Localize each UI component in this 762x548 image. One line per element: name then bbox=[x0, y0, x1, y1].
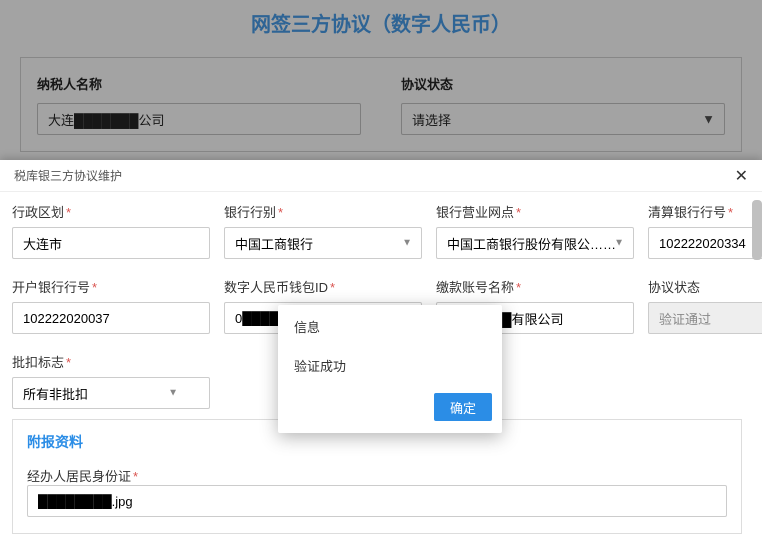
close-icon[interactable]: ✕ bbox=[735, 166, 748, 186]
protocol-status-select bbox=[648, 302, 762, 334]
bank-type-label: 银行行别* bbox=[224, 202, 422, 221]
batch-flag-select[interactable] bbox=[12, 377, 210, 409]
branch-select[interactable] bbox=[436, 227, 634, 259]
dialog-title: 税库银三方协议维护 bbox=[14, 167, 122, 184]
bank-type-select[interactable] bbox=[224, 227, 422, 259]
open-bank-no-label: 开户银行行号* bbox=[12, 277, 210, 296]
message-dialog: 信息 验证成功 确定 bbox=[278, 305, 502, 433]
idcard-file-input[interactable] bbox=[27, 485, 727, 517]
idcard-label: 经办人居民身份证* bbox=[27, 469, 138, 484]
protocol-status-label: 协议状态 bbox=[648, 277, 762, 296]
message-body: 验证成功 bbox=[278, 342, 502, 393]
attachment-section: 附报资料 经办人居民身份证* bbox=[12, 419, 742, 534]
batch-flag-label: 批扣标志* bbox=[12, 352, 188, 371]
scrollbar-thumb[interactable] bbox=[752, 200, 762, 260]
message-title: 信息 bbox=[278, 305, 502, 342]
message-ok-button[interactable]: 确定 bbox=[434, 393, 492, 421]
account-name-label: 缴款账号名称* bbox=[436, 277, 634, 296]
branch-label: 银行营业网点* bbox=[436, 202, 634, 221]
wallet-id-label: 数字人民币钱包ID* bbox=[224, 277, 422, 296]
region-label: 行政区划* bbox=[12, 202, 210, 221]
clearing-bank-no-label: 清算银行行号* bbox=[648, 202, 762, 221]
region-input[interactable] bbox=[12, 227, 210, 259]
attachment-section-title: 附报资料 bbox=[27, 432, 727, 452]
open-bank-no-input[interactable] bbox=[12, 302, 210, 334]
clearing-bank-no-input[interactable] bbox=[648, 227, 762, 259]
